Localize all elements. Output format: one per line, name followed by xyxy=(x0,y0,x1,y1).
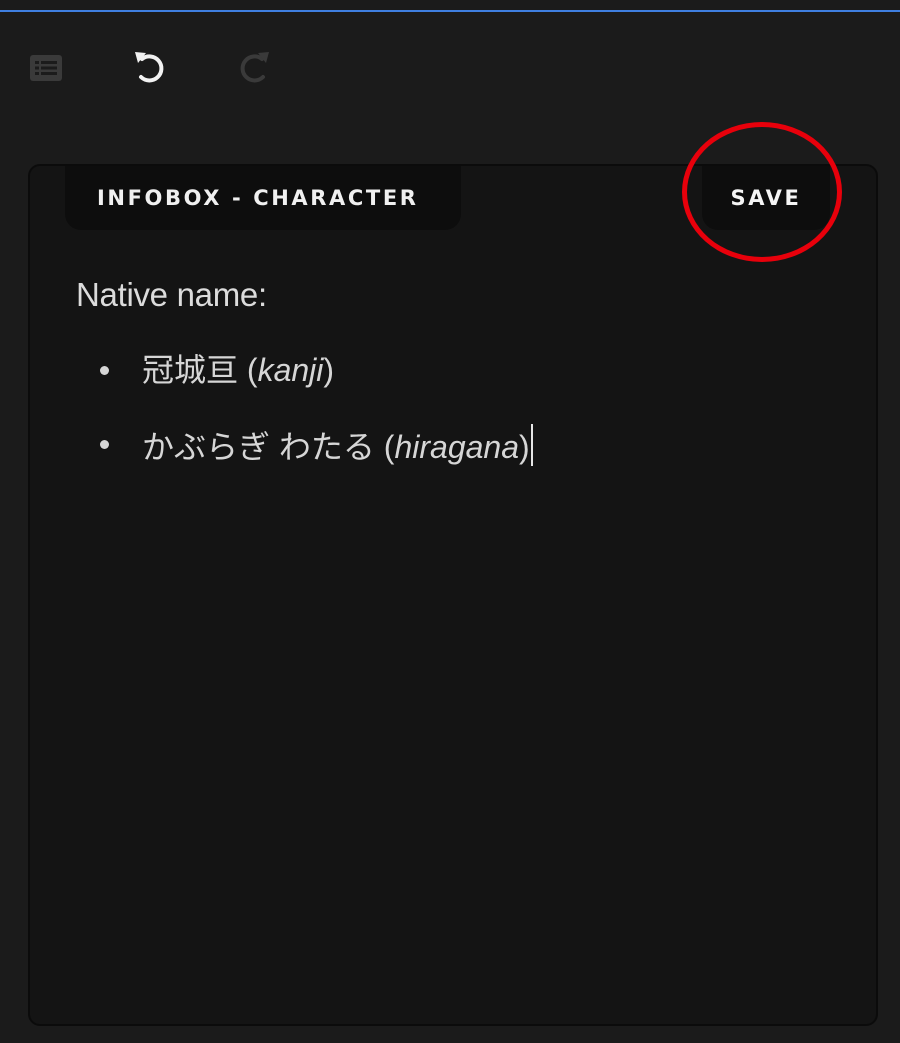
save-button[interactable]: SAVE xyxy=(702,166,830,230)
list-view-button[interactable] xyxy=(18,40,74,96)
field-label: Native name: xyxy=(76,276,267,313)
text-cursor xyxy=(530,424,533,466)
list-icon xyxy=(29,54,63,82)
editor-toolbar xyxy=(0,14,900,124)
value-text: 冠城亘 xyxy=(142,352,239,388)
redo-icon xyxy=(234,48,274,88)
value-text: かぶらぎ わたる xyxy=(142,429,375,465)
list-item[interactable]: かぶらぎ わたる (hiragana) xyxy=(76,424,836,498)
undo-button[interactable] xyxy=(122,40,178,96)
value-note: kanji xyxy=(257,352,324,388)
value-list: 冠城亘 (kanji) かぶらぎ わたる (hiragana) xyxy=(76,350,836,498)
infobox-panel: INFOBOX - CHARACTER SAVE Native name: 冠城… xyxy=(28,122,878,1026)
redo-button[interactable] xyxy=(226,40,282,96)
list-item[interactable]: 冠城亘 (kanji) xyxy=(76,350,836,424)
bullet-icon xyxy=(100,366,109,375)
window-top-border xyxy=(0,0,900,12)
undo-icon xyxy=(130,48,170,88)
bullet-icon xyxy=(100,440,109,449)
panel-title: INFOBOX - CHARACTER xyxy=(65,166,461,230)
editor-content[interactable]: Native name: 冠城亘 (kanji) かぶらぎ わたる (hirag… xyxy=(76,276,836,498)
value-note: hiragana xyxy=(394,429,519,465)
